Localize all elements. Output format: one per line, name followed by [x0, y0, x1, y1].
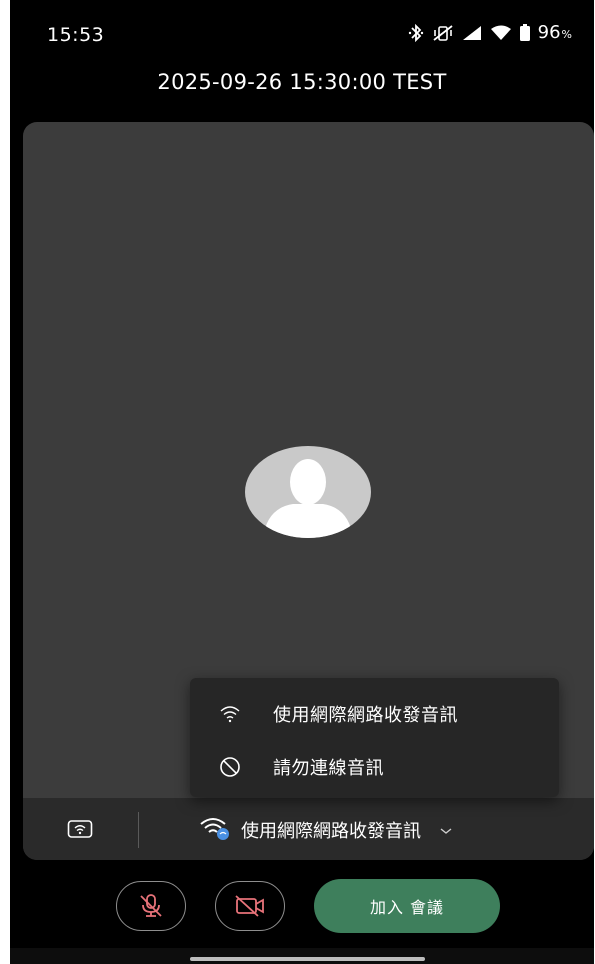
- audio-source-selector[interactable]: 使用網際網路收發音訊: [199, 812, 453, 848]
- menu-item-label: 使用網際網路收發音訊: [273, 705, 458, 726]
- wifi-icon: [218, 702, 242, 726]
- menu-item-label: 請勿連線音訊: [273, 758, 384, 779]
- menu-item-no-audio[interactable]: 請勿連線音訊: [190, 739, 559, 795]
- battery-percent: 96%: [538, 22, 572, 43]
- vibrate-off-icon: [432, 24, 454, 42]
- block-icon: [218, 755, 242, 779]
- audio-options-menu: 使用網際網路收發音訊 請勿連線音訊: [190, 678, 559, 797]
- battery-percent-unit: %: [561, 28, 572, 41]
- wifi-icon: [490, 25, 512, 41]
- camera-toggle-button[interactable]: [215, 881, 285, 931]
- bluetooth-icon: [408, 23, 424, 42]
- user-silhouette-icon: [263, 459, 353, 538]
- speaker-mode-icon[interactable]: [67, 818, 93, 840]
- audio-source-label: 使用網際網路收發音訊: [241, 821, 421, 842]
- phone-screen: 15:53 96 % 2025-09-26 15:30:00 TEST 使用網際…: [10, 0, 594, 964]
- wifi-bluetooth-icon: [199, 816, 231, 845]
- mute-mic-button[interactable]: [116, 881, 186, 931]
- status-icons: 96%: [408, 22, 572, 43]
- audio-bar-divider: [138, 812, 139, 848]
- join-button-label: 加入 會議: [369, 898, 445, 917]
- chevron-down-icon: [439, 820, 453, 841]
- avatar: [245, 446, 371, 538]
- status-time: 15:53: [47, 24, 105, 46]
- signal-icon: [462, 25, 482, 41]
- audio-bar: 使用網際網路收發音訊: [23, 798, 594, 860]
- mic-off-icon: [140, 894, 162, 917]
- battery-percent-value: 96: [537, 22, 561, 43]
- status-bar: 15:53 96 %: [10, 0, 594, 66]
- camera-off-icon: [235, 895, 264, 917]
- home-indicator[interactable]: [190, 957, 425, 961]
- battery-icon: [519, 24, 530, 41]
- navigation-bar: [10, 948, 594, 964]
- meeting-title: 2025-09-26 15:30:00 TEST: [157, 70, 447, 94]
- menu-item-internet-audio[interactable]: 使用網際網路收發音訊: [190, 686, 559, 742]
- join-meeting-button[interactable]: 加入 會議: [314, 879, 500, 933]
